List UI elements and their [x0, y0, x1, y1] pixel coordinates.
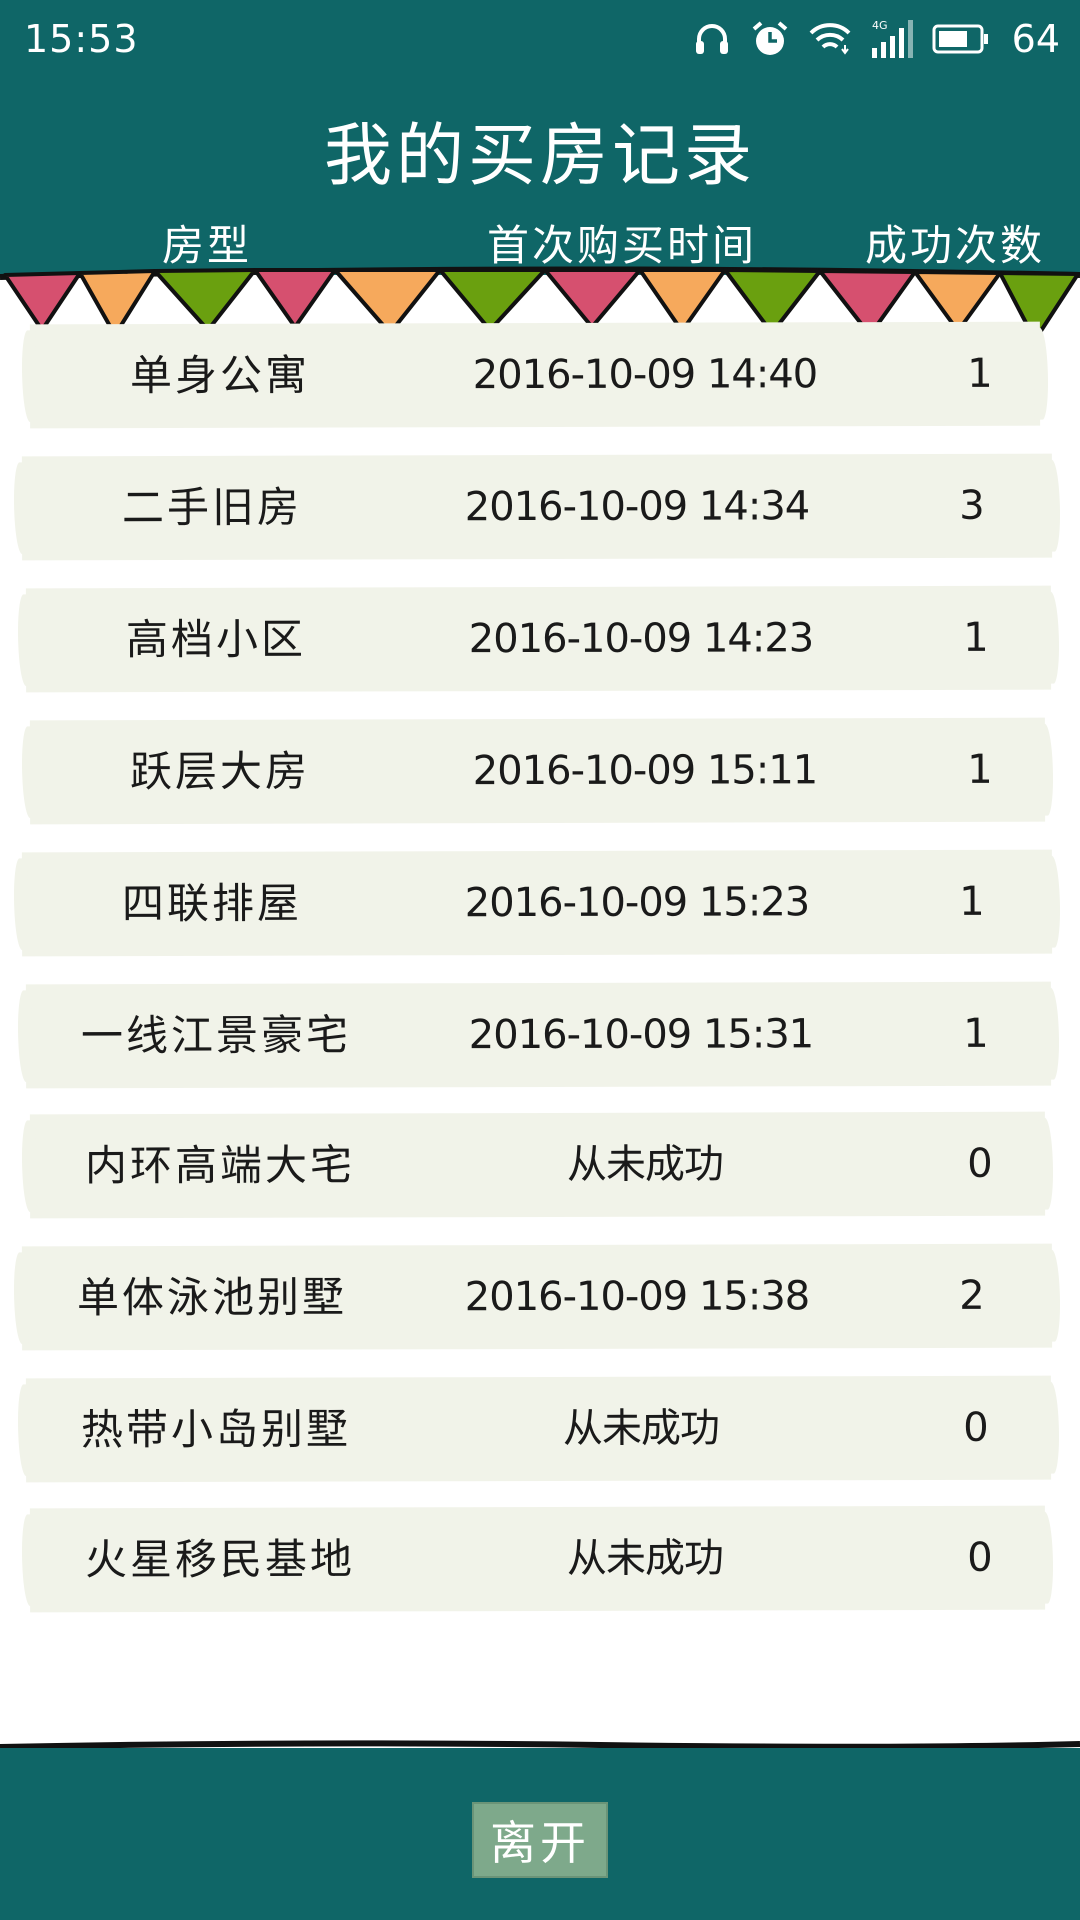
- first-purchase-time: 2016-10-09 15:38: [464, 1273, 810, 1321]
- house-type: 一线江景豪宅: [80, 1010, 352, 1061]
- success-count: 1: [967, 746, 993, 793]
- flag-green-1: [153, 268, 257, 332]
- table-row: 单身公寓 2016-10-09 14:40 1: [29, 321, 1041, 429]
- first-purchase-time: 2016-10-09 14:23: [468, 615, 814, 663]
- table-row: 单体泳池别墅 2016-10-09 15:38 2: [21, 1243, 1053, 1351]
- first-purchase-time: 2016-10-09 15:31: [468, 1011, 814, 1059]
- column-header-type: 房型: [161, 221, 253, 270]
- table-row: 二手旧房 2016-10-09 14:34 3: [21, 453, 1053, 561]
- table-row: 一线江景豪宅 2016-10-09 15:31 1: [25, 981, 1052, 1089]
- status-time: 15:53: [24, 17, 139, 61]
- battery-level: 64: [1011, 17, 1060, 61]
- first-purchase-time: 从未成功: [562, 1405, 720, 1452]
- leave-button[interactable]: 离开: [472, 1802, 608, 1878]
- network-type: 4G: [872, 19, 888, 32]
- success-count: 0: [967, 1534, 993, 1581]
- flag-pink-1: [3, 271, 82, 332]
- status-icons: 4G 64: [692, 17, 1060, 61]
- house-type: 单身公寓: [129, 350, 311, 401]
- table-row: 火星移民基地 从未成功 0: [29, 1505, 1046, 1613]
- success-count: 0: [967, 1140, 993, 1187]
- house-type: 火星移民基地: [84, 1534, 356, 1585]
- house-type: 内环高端大宅: [84, 1140, 356, 1191]
- flag-pink-3: [543, 268, 642, 329]
- table-row: 四联排屋 2016-10-09 15:23 1: [21, 849, 1053, 957]
- success-count: 1: [967, 350, 993, 397]
- page-title: 我的买房记录: [323, 117, 756, 196]
- success-count: 1: [959, 878, 985, 925]
- wifi-icon: [808, 19, 852, 59]
- table-row: 热带小岛别墅 从未成功 0: [25, 1375, 1052, 1483]
- first-purchase-time: 从未成功: [566, 1141, 724, 1188]
- house-type: 四联排屋: [121, 878, 303, 929]
- status-bar: 15:53 4G 64: [0, 0, 1080, 78]
- house-type: 单体泳池别墅: [76, 1272, 348, 1323]
- success-count: 0: [963, 1404, 989, 1451]
- first-purchase-time: 2016-10-09 15:11: [472, 747, 818, 795]
- house-type: 跃层大房: [129, 746, 311, 797]
- flag-green-2: [438, 268, 547, 332]
- headphones-icon: [692, 19, 732, 59]
- table-row: 内环高端大宅 从未成功 0: [29, 1111, 1046, 1219]
- column-header-time: 首次购买时间: [486, 221, 758, 270]
- alarm-icon: [750, 19, 790, 59]
- first-purchase-time: 从未成功: [566, 1535, 724, 1582]
- first-purchase-time: 2016-10-09 15:23: [464, 879, 810, 927]
- success-count: 1: [963, 1010, 989, 1057]
- header: 15:53 4G 64 我的买房记录 房型 首次购买时间 成功次数: [0, 0, 1080, 275]
- column-header-count: 成功次数: [864, 221, 1046, 270]
- success-count: 1: [963, 614, 989, 661]
- table-row: 高档小区 2016-10-09 14:23 1: [25, 585, 1052, 693]
- battery-icon: [932, 23, 990, 55]
- house-type: 热带小岛别墅: [80, 1404, 352, 1455]
- house-type: 高档小区: [125, 614, 307, 665]
- house-type: 二手旧房: [121, 482, 303, 533]
- success-count: 2: [959, 1272, 985, 1319]
- signal-icon: 4G: [870, 18, 914, 60]
- flag-pink-2: [253, 268, 337, 329]
- first-purchase-time: 2016-10-09 14:34: [464, 483, 810, 531]
- first-purchase-time: 2016-10-09 14:40: [472, 351, 818, 399]
- table-row: 跃层大房 2016-10-09 15:11 1: [29, 717, 1046, 825]
- success-count: 3: [959, 482, 985, 529]
